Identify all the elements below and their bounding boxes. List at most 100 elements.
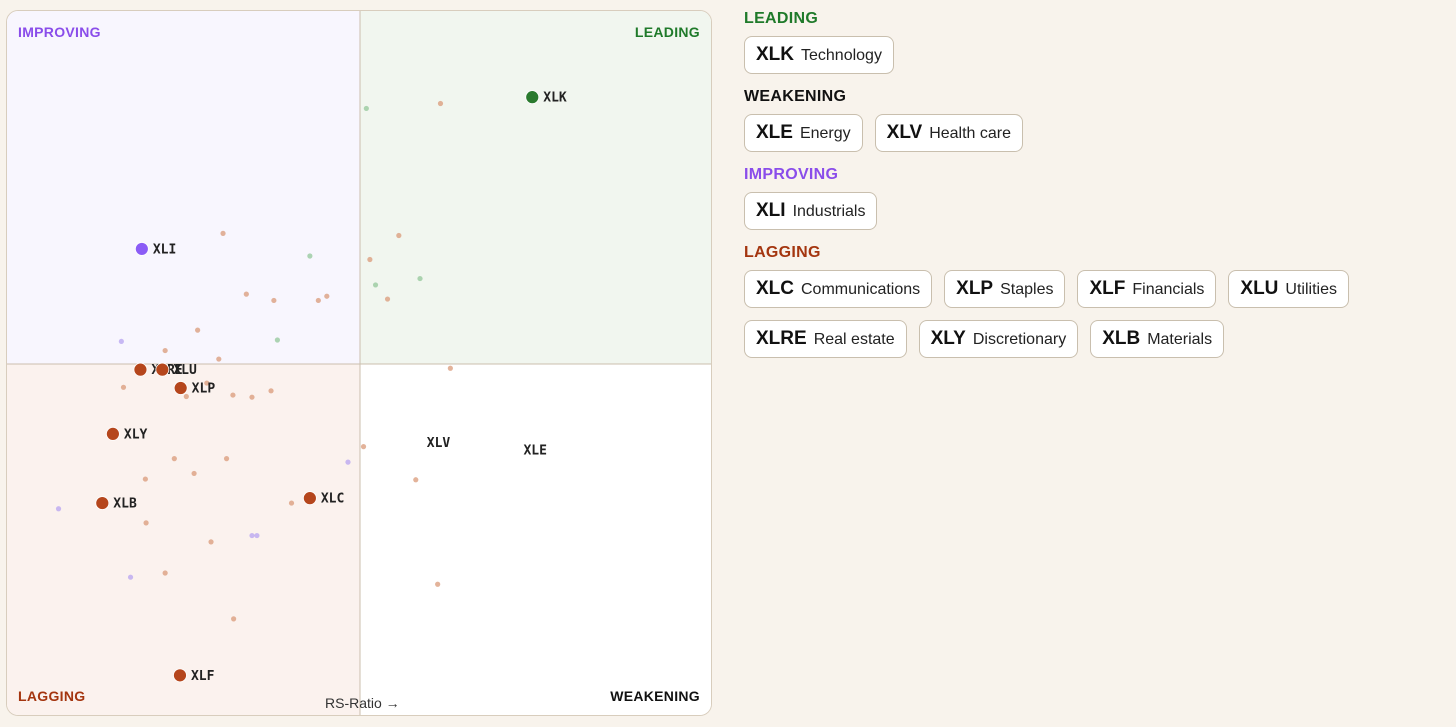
trail-point xyxy=(195,327,201,333)
chip-symbol: XLRE xyxy=(756,328,807,349)
trail-point xyxy=(437,100,444,107)
trail-point xyxy=(120,384,127,390)
quadrant-bg-leading xyxy=(360,11,711,364)
point-label-xlf: XLF xyxy=(191,669,215,684)
trail-point xyxy=(223,456,230,462)
group-title-improving: IMPROVING xyxy=(744,166,839,183)
trail-point xyxy=(191,470,197,477)
chip-symbol: XLB xyxy=(1102,328,1141,349)
trail-point xyxy=(55,506,62,512)
chip-list: XLE Energy XLV Health care xyxy=(744,114,1444,152)
point-label-xly: XLY xyxy=(124,427,148,442)
trail-point xyxy=(231,616,237,622)
quadrant-label-leading: LEADING xyxy=(634,24,700,40)
chip-symbol: XLP xyxy=(956,278,994,299)
trail-point xyxy=(162,570,168,576)
chip-symbol: XLC xyxy=(756,278,794,299)
chip-symbol: XLV xyxy=(886,122,923,143)
sector-chip-xlre[interactable]: XLRE Real estate xyxy=(744,320,907,358)
trail-point xyxy=(417,275,423,282)
sector-chip-xlf[interactable]: XLF Financials xyxy=(1077,270,1217,308)
point-xlre xyxy=(133,362,148,377)
quadrant-label-lagging: LAGGING xyxy=(18,688,86,704)
quadrant-label-weakening: WEAKENING xyxy=(610,688,700,704)
quadrant-summary-panel: LEADING XLK Technology WEAKENING XLE Energy XL… xyxy=(744,10,1444,372)
sector-chip-xlc[interactable]: XLC Communications xyxy=(744,270,933,308)
point-xli xyxy=(134,242,149,256)
trail-point xyxy=(367,256,373,263)
trail-point xyxy=(271,297,277,304)
chip-symbol: XLF xyxy=(1089,278,1126,299)
group-title-lagging: LAGGING xyxy=(744,244,821,261)
point-xlc xyxy=(302,491,317,506)
point-label-xlk: XLK xyxy=(543,91,567,106)
trail-point xyxy=(230,392,236,398)
sector-chip-xlp[interactable]: XLP Staples xyxy=(944,270,1066,308)
point-label-xlb: XLB xyxy=(113,497,137,512)
chip-name: Utilities xyxy=(1285,281,1337,298)
chip-name: Discretionary xyxy=(972,331,1067,348)
trail-point xyxy=(220,230,226,236)
trail-point xyxy=(183,393,189,400)
trail-point xyxy=(372,282,379,288)
x-axis-label: RS-Ratio → xyxy=(325,695,400,711)
trail-point xyxy=(384,296,391,302)
trail-point xyxy=(447,365,453,371)
trail-point xyxy=(118,338,124,345)
group-leading: LEADING XLK Technology xyxy=(744,10,1444,74)
chip-name: Technology xyxy=(801,47,882,64)
chip-name: Materials xyxy=(1147,331,1213,348)
trail-point xyxy=(171,456,177,462)
chip-name: Health care xyxy=(929,125,1012,142)
chip-symbol: XLE xyxy=(756,122,793,143)
quadrant-bg-lagging xyxy=(7,364,360,715)
trail-point xyxy=(268,388,274,394)
trail-point xyxy=(254,532,260,539)
trail-point xyxy=(345,459,351,465)
quadrant-bg-improving xyxy=(7,11,360,364)
sector-chip-xlv[interactable]: XLV Health care xyxy=(874,114,1024,152)
sector-chip-xlu[interactable]: XLU Utilities xyxy=(1228,270,1349,308)
chip-name: Industrials xyxy=(792,203,866,220)
point-xlf xyxy=(173,668,187,683)
trail-point xyxy=(363,105,369,112)
quadrant-bg-weakening xyxy=(360,364,711,715)
trail-point xyxy=(274,337,280,343)
point-xlu xyxy=(155,362,170,377)
chip-name: Staples xyxy=(1000,281,1054,298)
chip-symbol: XLY xyxy=(930,328,966,349)
chip-name: Real estate xyxy=(813,331,895,348)
trail-point xyxy=(208,539,214,545)
chip-symbol: XLU xyxy=(1240,278,1279,299)
point-xly xyxy=(106,426,120,441)
sector-chip-xli[interactable]: XLI Industrials xyxy=(744,192,878,230)
trail-point xyxy=(288,500,295,506)
chip-list: XLC Communications XLP Staples XLF Financials… xyxy=(744,270,1444,358)
trail-point xyxy=(324,293,330,299)
trail-point xyxy=(142,476,148,482)
trail-point xyxy=(307,253,313,259)
point-label-xlu: XLU xyxy=(173,363,197,378)
point-label-xli: XLI xyxy=(153,242,176,257)
trail-point xyxy=(249,394,255,400)
chip-list: XLI Industrials xyxy=(744,192,1444,230)
trail-point xyxy=(396,232,402,239)
sector-chip-xle[interactable]: XLE Energy xyxy=(744,114,863,152)
trail-point xyxy=(127,574,134,580)
trail-point xyxy=(162,347,168,354)
chip-name: Energy xyxy=(799,125,851,142)
point-label-xlp: XLP xyxy=(192,382,216,397)
chip-name: Financials xyxy=(1132,281,1205,298)
sector-chip-xlk[interactable]: XLK Technology xyxy=(744,36,894,74)
trail-point xyxy=(216,356,222,362)
sector-chip-xly[interactable]: XLY Discretionary xyxy=(918,320,1079,358)
trail-point xyxy=(315,297,321,304)
rrg-chart: XLKXLIXLREXLUXLPXLYXLBXLCXLFXLVXLE IMPRO… xyxy=(6,10,712,716)
group-title-leading: LEADING xyxy=(744,10,819,27)
chip-symbol: XLK xyxy=(756,44,794,65)
trail-point xyxy=(249,532,255,539)
group-lagging: LAGGING XLC Communications XLP Staples XLF Fin… xyxy=(744,244,1444,358)
trail-point xyxy=(435,581,441,587)
chip-symbol: XLI xyxy=(756,200,786,221)
sector-chip-xlb[interactable]: XLB Materials xyxy=(1090,320,1225,358)
